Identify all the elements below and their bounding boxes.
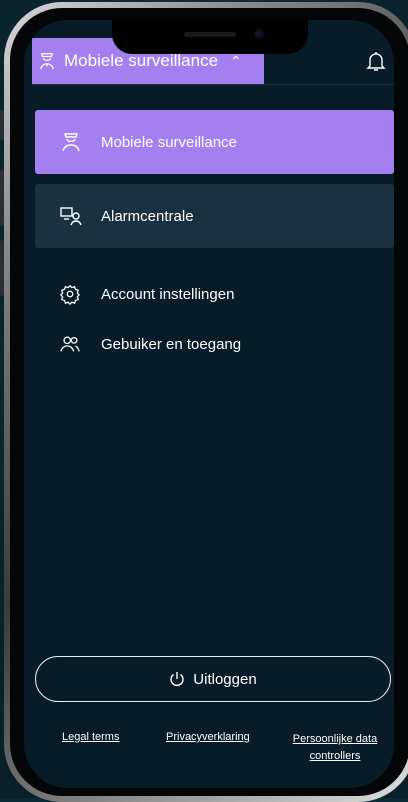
header-divider [32,84,394,85]
personal-data-link[interactable]: Persoonlijke data controllers [286,731,384,765]
monitor-user-icon [60,207,82,226]
chevron-up-icon: ⌃ [230,52,242,69]
guard-icon [40,53,54,70]
power-icon [170,672,184,686]
menu-item-label: Mobiele surveillance [101,133,237,151]
gear-icon [59,284,81,305]
menu-item-label: Alarmcentrale [101,207,194,225]
menu-item-gebruiker-en-toegang[interactable]: Gebuiker en toegang [59,331,241,357]
header-title: Mobiele surveillance [64,51,219,70]
notch [112,20,308,54]
bell-icon[interactable] [366,50,386,72]
menu-item-label: Account instellingen [101,285,235,303]
menu-item-account-instellingen[interactable]: Account instellingen [59,281,234,307]
menu-item-alarmcentrale[interactable]: Alarmcentrale [35,184,394,248]
legal-terms-link[interactable]: Legal terms [62,731,119,743]
users-icon [60,336,80,352]
menu-item-mobiele-surveillance[interactable]: Mobiele surveillance [35,110,394,174]
logout-button[interactable]: Uitloggen [35,656,391,702]
privacy-link[interactable]: Privacyverklaring [166,731,250,743]
app-screen: Mobiele surveillance ⌃ Mobiele surveilla… [24,20,394,788]
speaker [184,32,236,37]
front-camera [254,29,264,39]
menu-item-label: Gebuiker en toegang [101,335,242,353]
logout-label: Uitloggen [193,670,257,688]
guard-icon [62,133,80,152]
